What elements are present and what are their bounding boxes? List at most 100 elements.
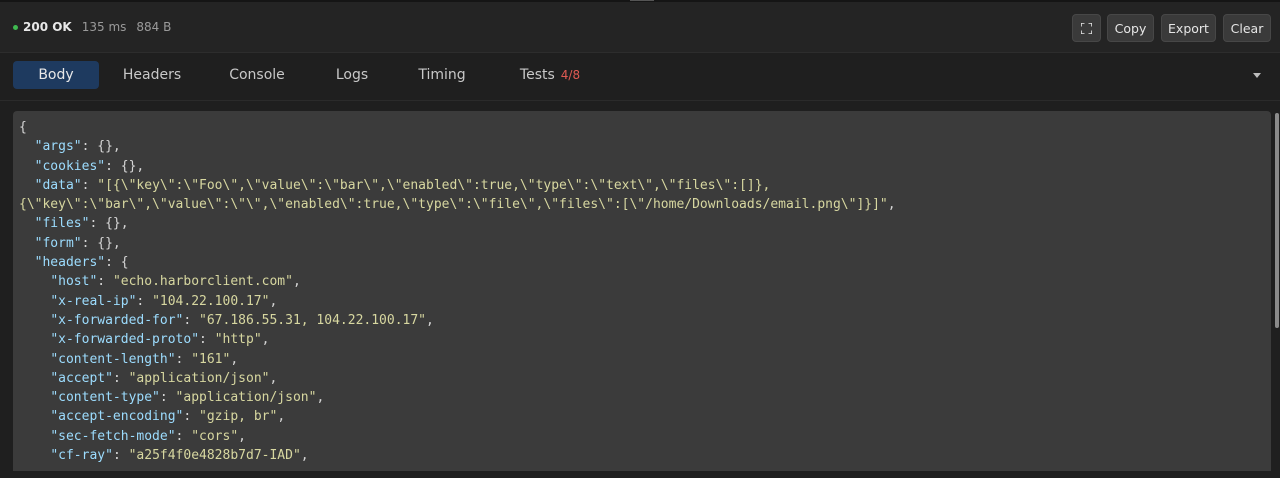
json-punct: , bbox=[261, 332, 270, 348]
tab-logs[interactable]: Logs bbox=[323, 61, 381, 89]
json-value: "a25f4f0e4828b7d7-IAD" bbox=[128, 448, 301, 464]
json-value: "application/json" bbox=[175, 390, 317, 406]
json-line: "headers": { bbox=[19, 253, 896, 272]
expand-icon bbox=[1081, 23, 1092, 34]
json-key: "cf-ray" bbox=[50, 448, 113, 464]
json-key: "form" bbox=[34, 235, 82, 251]
scrollbar[interactable] bbox=[1275, 113, 1279, 328]
copy-button[interactable]: Copy bbox=[1107, 14, 1154, 42]
json-value: "161" bbox=[191, 351, 231, 367]
status-dot-icon bbox=[13, 24, 18, 30]
response-status: 200 OK 135 ms 884 B bbox=[13, 20, 181, 34]
json-line: {\"key\":\"bar\",\"value\":\"\",\"enable… bbox=[19, 195, 896, 214]
clear-button[interactable]: Clear bbox=[1223, 14, 1271, 42]
json-punct: {}, bbox=[120, 158, 145, 174]
json-line: "x-real-ip": "104.22.100.17", bbox=[19, 292, 896, 311]
json-line: "args": {}, bbox=[19, 137, 896, 156]
json-line: "content-length": "161", bbox=[19, 350, 896, 369]
json-key: "content-type" bbox=[50, 390, 160, 406]
json-sep: : bbox=[81, 235, 98, 251]
json-punct: , bbox=[300, 448, 309, 464]
json-punct: , bbox=[292, 274, 301, 290]
tests-count-badge: 4/8 bbox=[560, 68, 581, 82]
json-line: "x-forwarded-proto": "http", bbox=[19, 330, 896, 349]
tab-console[interactable]: Console bbox=[220, 61, 294, 89]
json-value: "application/json" bbox=[128, 370, 270, 386]
json-key: "cookies" bbox=[34, 158, 106, 174]
json-key: "accept" bbox=[50, 370, 113, 386]
json-key: "x-real-ip" bbox=[50, 293, 137, 309]
json-line: "host": "echo.harborclient.com", bbox=[19, 272, 896, 291]
tab-tests[interactable]: Tests 4/8 bbox=[508, 61, 592, 89]
json-sep: : bbox=[81, 177, 98, 193]
json-value: "http" bbox=[214, 332, 262, 348]
response-size: 884 B bbox=[136, 20, 172, 34]
json-line: { bbox=[19, 118, 896, 137]
json-punct: {}, bbox=[105, 216, 129, 232]
json-value: "gzip, br" bbox=[199, 409, 278, 425]
json-punct: { bbox=[19, 120, 27, 135]
json-line: "data": "[{\"key\":\"Foo\",\"value\":\"b… bbox=[19, 176, 896, 195]
json-line: "x-forwarded-for": "67.186.55.31, 104.22… bbox=[19, 311, 896, 330]
json-line: "sec-fetch-mode": "cors", bbox=[19, 427, 896, 446]
json-value: {\"key\":\"bar\",\"value\":\"\",\"enable… bbox=[19, 197, 888, 213]
json-sep: : bbox=[159, 390, 176, 406]
json-sep: : bbox=[175, 428, 192, 444]
json-key: "headers" bbox=[34, 255, 106, 271]
expand-button[interactable] bbox=[1072, 14, 1101, 42]
json-key: "content-length" bbox=[50, 351, 176, 367]
export-button[interactable]: Export bbox=[1161, 14, 1216, 42]
response-time: 135 ms bbox=[81, 20, 127, 34]
json-punct: , bbox=[426, 312, 434, 328]
json-line: "cf-ray": "a25f4f0e4828b7d7-IAD", bbox=[19, 446, 896, 465]
json-line: "cookies": {}, bbox=[19, 157, 896, 176]
chevron-down-icon[interactable] bbox=[1253, 73, 1261, 78]
status-code: 200 OK bbox=[23, 20, 72, 34]
json-sep: : bbox=[199, 332, 215, 348]
json-sep: : bbox=[183, 409, 200, 425]
json-punct: , bbox=[269, 370, 278, 386]
json-line: "accept": "application/json", bbox=[19, 369, 896, 388]
json-key: "files" bbox=[34, 216, 90, 232]
json-sep: : bbox=[175, 351, 192, 367]
json-punct: , bbox=[277, 409, 286, 425]
tab-body[interactable]: Body bbox=[13, 61, 99, 89]
json-key: "data" bbox=[34, 177, 82, 193]
tab-timing[interactable]: Timing bbox=[408, 61, 476, 89]
tab-tests-label: Tests bbox=[519, 67, 555, 83]
json-punct: , bbox=[230, 351, 239, 367]
json-sep: : bbox=[89, 216, 106, 232]
json-key: "host" bbox=[50, 274, 98, 290]
json-key: "accept-encoding" bbox=[50, 409, 184, 425]
json-punct: {}, bbox=[97, 139, 121, 155]
resize-grip[interactable] bbox=[630, 0, 654, 1]
json-punct: , bbox=[238, 428, 246, 444]
json-value: "echo.harborclient.com" bbox=[112, 274, 293, 290]
json-sep: : bbox=[81, 139, 98, 155]
json-line: "accept-encoding": "gzip, br", bbox=[19, 407, 896, 426]
tab-headers[interactable]: Headers bbox=[114, 61, 190, 89]
json-viewer[interactable]: { "args": {}, "cookies": {}, "data": "[{… bbox=[19, 118, 896, 465]
json-value: "104.22.100.17" bbox=[152, 293, 270, 309]
json-key: "x-forwarded-for" bbox=[50, 312, 184, 328]
json-sep: : bbox=[112, 448, 129, 464]
json-line: "content-type": "application/json", bbox=[19, 388, 896, 407]
json-value: "cors" bbox=[191, 428, 239, 444]
json-sep: : bbox=[105, 158, 121, 174]
json-punct: { bbox=[120, 255, 129, 271]
json-sep: : bbox=[105, 255, 121, 271]
json-key: "args" bbox=[34, 139, 82, 155]
json-sep: : bbox=[183, 312, 200, 328]
